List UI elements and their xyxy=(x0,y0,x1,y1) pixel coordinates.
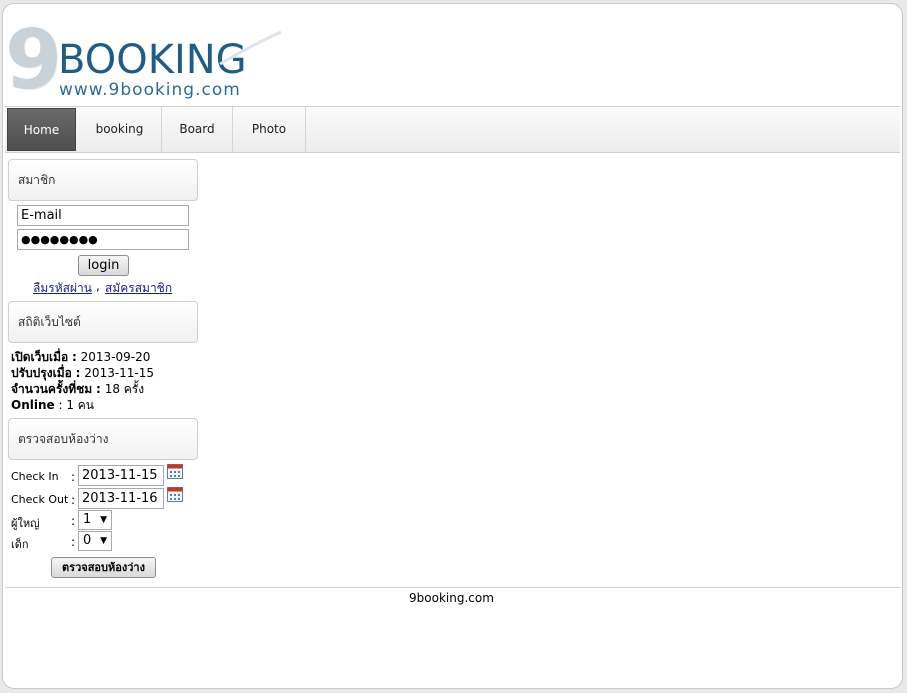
stat-views-label: จำนวนครั้งที่ชม xyxy=(11,382,93,396)
link-separator: , xyxy=(96,279,100,293)
availability-panel-header: ตรวจสอบห้องว่าง xyxy=(8,418,198,460)
children-select[interactable]: 0 ▼ xyxy=(78,531,112,551)
stat-online-label: Online xyxy=(11,398,55,412)
children-label: เด็ก xyxy=(11,538,29,551)
checkin-date-input[interactable]: 2013-11-15 xyxy=(78,465,164,486)
checkout-calendar-icon[interactable] xyxy=(167,487,183,502)
children-select-value: 0 xyxy=(83,533,92,548)
register-link[interactable]: สมัครสมาชิก xyxy=(105,279,172,298)
check-availability-button[interactable]: ตรวจสอบห้องว่าง xyxy=(51,557,156,578)
email-field[interactable]: E-mail xyxy=(17,205,189,226)
page-frame: 9 BOOKING www.9booking.com Home booking … xyxy=(2,3,903,689)
logo-url: www.9booking.com xyxy=(59,80,241,100)
footer-text: 9booking.com xyxy=(409,591,494,605)
stat-online: Online : 1 คน xyxy=(11,398,95,412)
nav-booking[interactable]: booking xyxy=(78,107,162,152)
checkin-calendar-icon[interactable] xyxy=(167,464,183,479)
checkin-colon: : xyxy=(71,470,76,484)
stat-updated-value: 2013-11-15 xyxy=(84,366,155,380)
nav-home[interactable]: Home xyxy=(7,108,76,151)
login-button[interactable]: login xyxy=(78,255,129,276)
site-logo[interactable]: 9 BOOKING www.9booking.com xyxy=(5,20,285,106)
adults-colon: : xyxy=(71,514,76,528)
children-colon: : xyxy=(71,535,76,549)
stat-updated-label: ปรับปรุงเมื่อ xyxy=(11,366,72,380)
chevron-down-icon: ▼ xyxy=(100,515,107,525)
main-nav: Home booking Board Photo xyxy=(5,106,900,153)
stats-panel-header: สถิติเว็บไซต์ xyxy=(8,301,198,343)
forgot-password-link[interactable]: ลืมรหัสผ่าน xyxy=(33,279,92,298)
stat-opened-label: เปิดเว็บเมื่อ xyxy=(11,350,69,364)
chevron-down-icon: ▼ xyxy=(100,536,107,546)
logo-numeral: 9 xyxy=(5,13,63,108)
adults-select-value: 1 xyxy=(83,512,92,527)
adults-label: ผู้ใหญ่ xyxy=(11,517,40,530)
checkout-label: Check Out xyxy=(11,493,69,506)
stat-online-value: 1 คน xyxy=(66,398,95,412)
nav-board[interactable]: Board xyxy=(162,107,233,152)
adults-select[interactable]: 1 ▼ xyxy=(78,510,112,530)
password-field[interactable]: ●●●●●●●● xyxy=(17,229,189,250)
nav-photo[interactable]: Photo xyxy=(233,107,306,152)
member-panel-header: สมาชิก xyxy=(8,159,198,201)
footer-divider xyxy=(5,587,900,588)
stat-opened-value: 2013-09-20 xyxy=(80,350,151,364)
checkout-colon: : xyxy=(71,493,76,507)
logo-swoosh-icon xyxy=(219,30,282,66)
stat-views-value: 18 ครั้ง xyxy=(104,382,145,396)
checkin-label: Check In xyxy=(11,470,59,483)
checkout-date-input[interactable]: 2013-11-16 xyxy=(78,488,164,509)
